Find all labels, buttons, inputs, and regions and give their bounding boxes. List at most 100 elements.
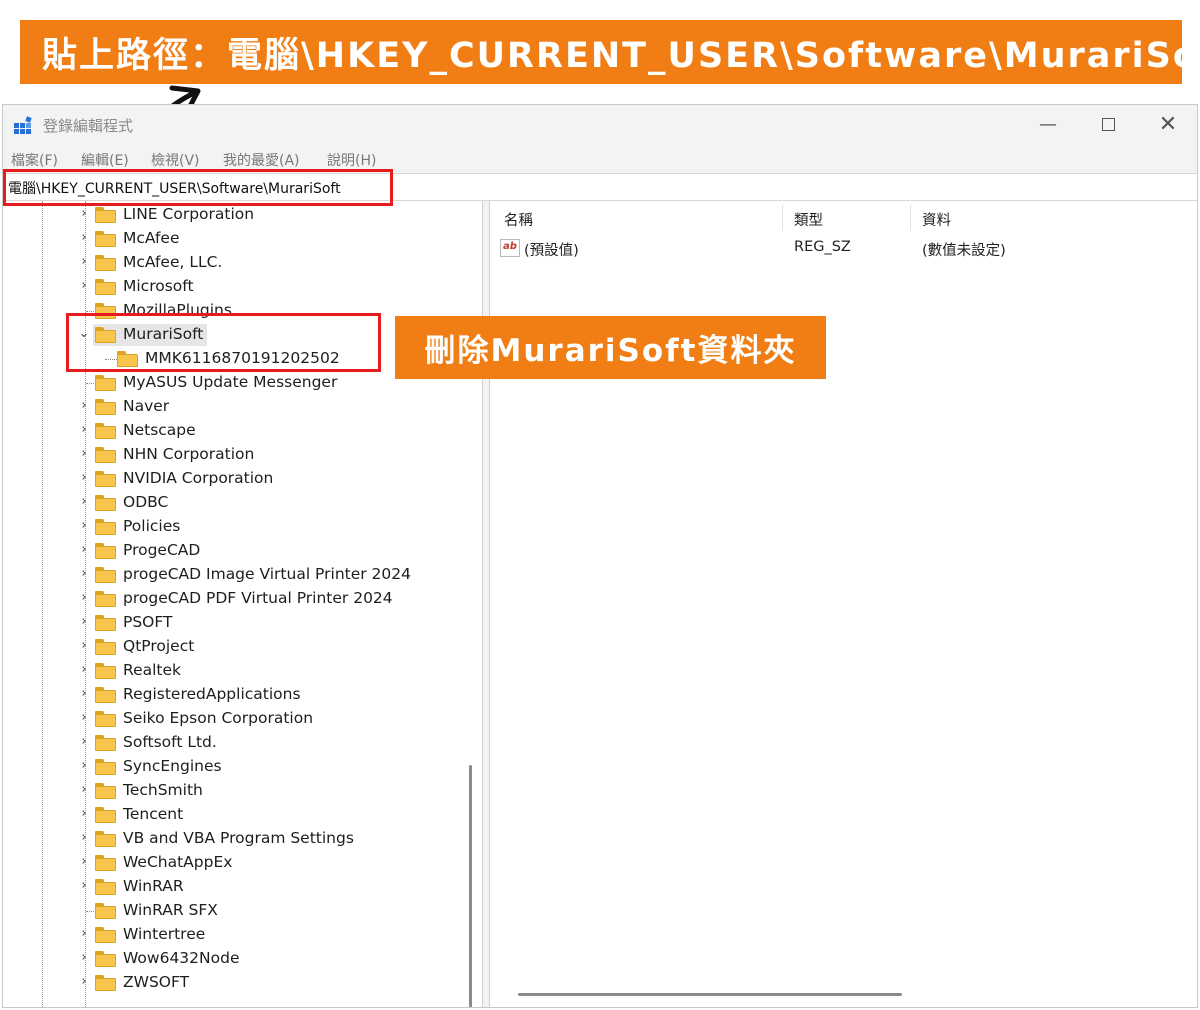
- tree-item[interactable]: › QtProject: [3, 635, 473, 659]
- menu-bar: 檔案(F) 編輯(E) 檢視(V) 我的最愛(A) 說明(H): [3, 147, 1197, 171]
- tree-item[interactable]: › McAfee: [3, 227, 473, 251]
- menu-view[interactable]: 檢視(V): [151, 150, 200, 170]
- tree-item[interactable]: › SyncEngines: [3, 755, 473, 779]
- folder-icon: [95, 543, 116, 559]
- minimize-button[interactable]: —: [1031, 111, 1065, 139]
- column-header-data[interactable]: 資料: [922, 209, 951, 230]
- chevron-right-icon[interactable]: ›: [77, 254, 91, 270]
- tree-item-label: WinRAR: [123, 877, 184, 895]
- chevron-right-icon[interactable]: ›: [77, 470, 91, 486]
- folder-icon: [95, 375, 116, 391]
- tree-item-label: WeChatAppEx: [123, 853, 233, 871]
- folder-body: [95, 834, 116, 847]
- chevron-right-icon[interactable]: ›: [77, 662, 91, 678]
- tree-item[interactable]: › Wow6432Node: [3, 947, 473, 971]
- tree-item-label: Wintertree: [123, 925, 206, 943]
- folder-icon: [95, 471, 116, 487]
- tree-item[interactable]: › ProgeCAD: [3, 539, 473, 563]
- folder-icon: [95, 279, 116, 295]
- tree-item[interactable]: › Realtek: [3, 659, 473, 683]
- chevron-right-icon[interactable]: ›: [77, 926, 91, 942]
- window-title: 登錄編輯程式: [43, 117, 134, 135]
- folder-body: [95, 882, 116, 895]
- folder-body: [95, 954, 116, 967]
- folder-highlight-box: [66, 313, 381, 372]
- chevron-right-icon[interactable]: ›: [77, 590, 91, 606]
- chevron-right-icon[interactable]: ›: [77, 542, 91, 558]
- chevron-right-icon[interactable]: ›: [77, 710, 91, 726]
- tree-item[interactable]: › VB and VBA Program Settings: [3, 827, 473, 851]
- registry-editor-window: 登錄編輯程式 — ✕ 檔案(F) 編輯(E) 檢視(V) 我的最愛(A) 說明(…: [2, 104, 1198, 1008]
- folder-body: [95, 618, 116, 631]
- chevron-right-icon[interactable]: ›: [77, 638, 91, 654]
- tree-item[interactable]: › TechSmith: [3, 779, 473, 803]
- chevron-right-icon[interactable]: ›: [77, 734, 91, 750]
- tree-item[interactable]: › McAfee, LLC.: [3, 251, 473, 275]
- tree-item[interactable]: › Microsoft: [3, 275, 473, 299]
- chevron-right-icon[interactable]: ›: [77, 950, 91, 966]
- tree-scrollbar[interactable]: [469, 765, 472, 1007]
- chevron-right-icon[interactable]: ›: [77, 782, 91, 798]
- chevron-right-icon[interactable]: ›: [77, 446, 91, 462]
- tree-item[interactable]: › Softsoft Ltd.: [3, 731, 473, 755]
- tree-item[interactable]: › RegisteredApplications: [3, 683, 473, 707]
- chevron-right-icon[interactable]: ›: [77, 230, 91, 246]
- tree-item[interactable]: › PSOFT: [3, 611, 473, 635]
- chevron-right-icon[interactable]: ›: [77, 806, 91, 822]
- chevron-right-icon[interactable]: ›: [77, 758, 91, 774]
- chevron-right-icon[interactable]: ›: [77, 518, 91, 534]
- tree-item[interactable]: › Seiko Epson Corporation: [3, 707, 473, 731]
- tree-item[interactable]: › Netscape: [3, 419, 473, 443]
- tree-item[interactable]: › NVIDIA Corporation: [3, 467, 473, 491]
- folder-body: [95, 450, 116, 463]
- chevron-right-icon[interactable]: ›: [77, 686, 91, 702]
- tree-item[interactable]: › Naver: [3, 395, 473, 419]
- chevron-right-icon[interactable]: ›: [77, 854, 91, 870]
- chevron-right-icon[interactable]: ›: [77, 494, 91, 510]
- tree-item[interactable]: › ODBC: [3, 491, 473, 515]
- chevron-right-icon[interactable]: ›: [77, 830, 91, 846]
- column-header-type[interactable]: 類型: [794, 209, 823, 230]
- chevron-right-icon[interactable]: ›: [77, 278, 91, 294]
- tree-item[interactable]: › Tencent: [3, 803, 473, 827]
- menu-favorites[interactable]: 我的最愛(A): [223, 150, 300, 170]
- value-data[interactable]: (數值未設定): [922, 239, 1006, 260]
- menu-file[interactable]: 檔案(F): [11, 150, 58, 170]
- close-button[interactable]: ✕: [1151, 111, 1185, 139]
- folder-icon: [95, 399, 116, 415]
- chevron-right-icon[interactable]: ›: [77, 206, 91, 222]
- column-header-name[interactable]: 名稱: [504, 209, 533, 230]
- column-divider[interactable]: [910, 205, 911, 231]
- folder-body: [95, 786, 116, 799]
- value-scrollbar[interactable]: [518, 993, 902, 996]
- chevron-right-icon[interactable]: ›: [77, 398, 91, 414]
- tree-item[interactable]: › progeCAD PDF Virtual Printer 2024: [3, 587, 473, 611]
- tree-item[interactable]: › progeCAD Image Virtual Printer 2024: [3, 563, 473, 587]
- chevron-right-icon[interactable]: ›: [77, 974, 91, 990]
- column-divider[interactable]: [782, 205, 783, 231]
- tree-item[interactable]: › WinRAR: [3, 875, 473, 899]
- tree-item[interactable]: › WeChatAppEx: [3, 851, 473, 875]
- folder-body: [95, 378, 116, 391]
- folder-icon: [95, 255, 116, 271]
- chevron-right-icon[interactable]: ›: [77, 878, 91, 894]
- folder-body: [95, 498, 116, 511]
- tree-item[interactable]: › LINE Corporation: [3, 203, 473, 227]
- menu-edit[interactable]: 編輯(E): [81, 150, 129, 170]
- tree-item[interactable]: › Policies: [3, 515, 473, 539]
- tree-item[interactable]: WinRAR SFX: [3, 899, 473, 923]
- tree-item[interactable]: › NHN Corporation: [3, 443, 473, 467]
- chevron-right-icon[interactable]: ›: [77, 422, 91, 438]
- menu-help[interactable]: 說明(H): [327, 150, 376, 170]
- folder-body: [95, 402, 116, 415]
- registry-editor-icon: [14, 116, 32, 134]
- tree-item[interactable]: › ZWSOFT: [3, 971, 473, 995]
- chevron-right-icon[interactable]: ›: [77, 566, 91, 582]
- folder-body: [95, 858, 116, 871]
- chevron-right-icon[interactable]: ›: [77, 614, 91, 630]
- maximize-button[interactable]: [1091, 111, 1125, 139]
- value-type[interactable]: REG_SZ: [794, 239, 851, 255]
- folder-body: [95, 714, 116, 727]
- value-name[interactable]: (預設值): [524, 239, 579, 260]
- tree-item[interactable]: › Wintertree: [3, 923, 473, 947]
